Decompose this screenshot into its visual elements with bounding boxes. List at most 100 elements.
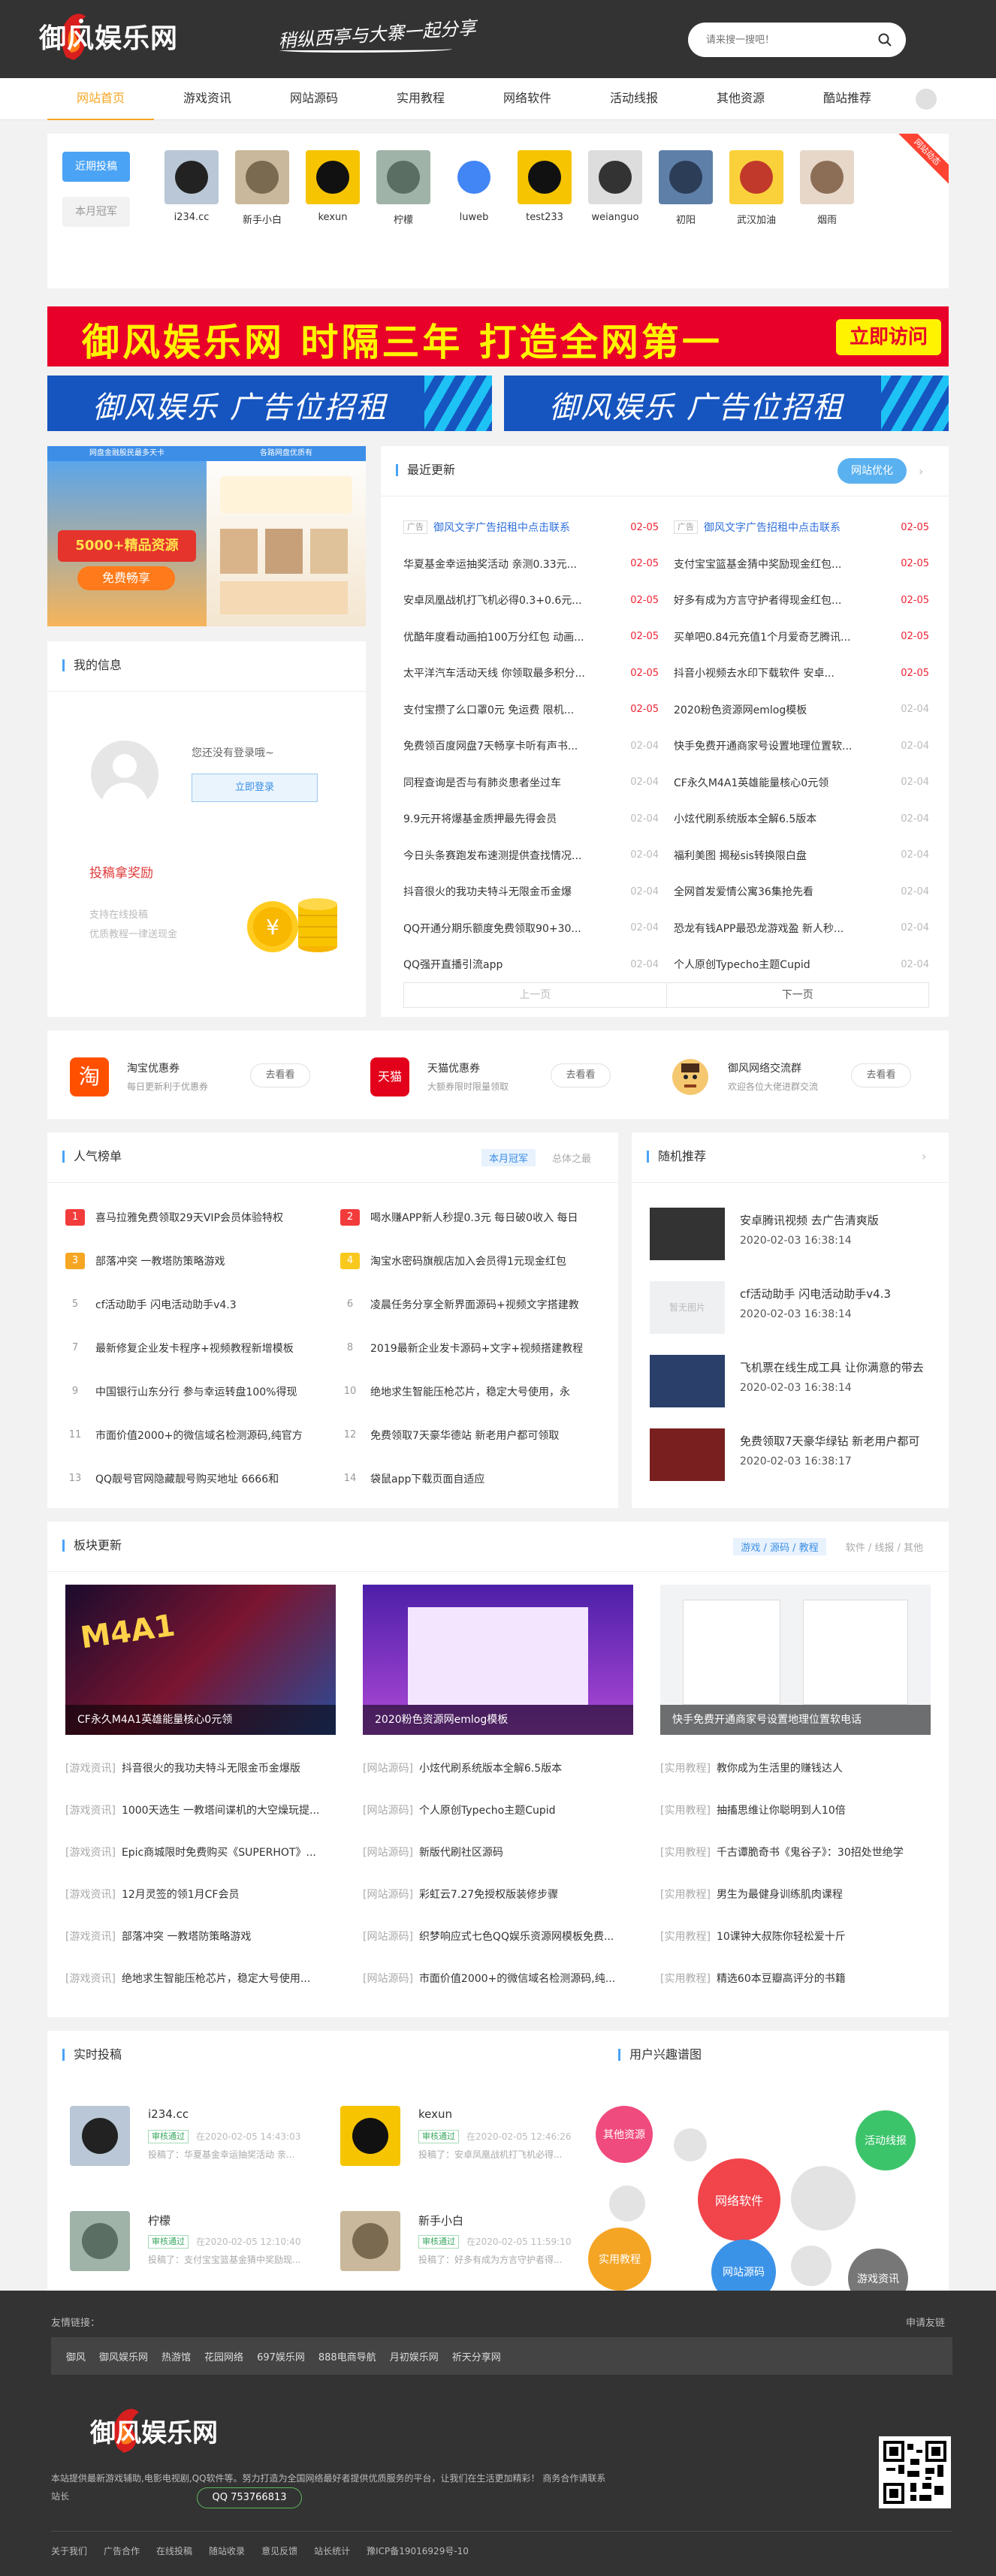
friend-link[interactable]: 祈天分享网 — [452, 2349, 501, 2363]
search-icon[interactable] — [877, 32, 892, 47]
block-item[interactable]: [网站源码] 织梦响应式七色QQ娱乐资源网模板免费... — [363, 1915, 633, 1957]
block-title-text[interactable]: 千古谭脆奇书《鬼谷子》：30招处世绝学 — [717, 1845, 931, 1860]
block-item[interactable]: [游戏资讯] 抖音很火的我功夫特斗无限金币金爆版 — [65, 1747, 336, 1789]
block-item[interactable]: [实用教程] 千古谭脆奇书《鬼谷子》：30招处世绝学 — [660, 1831, 931, 1873]
user-item[interactable]: 新手小白 — [231, 150, 294, 226]
block-item[interactable]: [实用教程] 教你成为生活里的赚钱达人 — [660, 1747, 931, 1789]
submitter-name[interactable]: kexun — [418, 2107, 452, 2121]
friend-link[interactable]: 御风娱乐网 — [99, 2349, 148, 2363]
news-title[interactable]: 同程查询是否与有肺炎患者坐过车 — [403, 775, 623, 790]
block-item[interactable]: [实用教程] 10课钟大叔陈你轻松爱十斤 — [660, 1915, 931, 1957]
random-item[interactable]: 免费领取7天豪华绿钻 新老用户都可 2020-02-03 16:38:17 — [650, 1428, 935, 1484]
block-title-text[interactable]: 织梦响应式七色QQ娱乐资源网模板免费... — [419, 1929, 633, 1944]
block-title-text[interactable]: 教你成为生活里的赚钱达人 — [717, 1760, 931, 1775]
ranking-item[interactable]: 5 cf活动助手 闪电活动助手v4.3 — [65, 1283, 321, 1326]
user-item[interactable]: weianguo — [584, 150, 647, 223]
tab-software-deals-other[interactable]: 软件 / 线报 / 其他 — [843, 1538, 926, 1555]
news-item[interactable]: 恐龙有钱APP最恐龙游戏盈 新人秒... 02-04 — [674, 910, 929, 947]
submitter-name[interactable]: 柠檬 — [148, 2213, 171, 2228]
news-item[interactable]: 好多有成为方言守护者得现金红包... 02-05 — [674, 582, 929, 619]
block-item[interactable]: [实用教程] 抽搐思维让你聪明到人10倍 — [660, 1789, 931, 1831]
friend-link[interactable]: 月初娱乐网 — [390, 2349, 439, 2363]
news-title[interactable]: 福利美图 揭秘sis转换限白盘 — [674, 848, 893, 863]
random-item[interactable]: 飞机票在线生成工具 让你满意的带去 2020-02-03 16:38:14 — [650, 1355, 935, 1410]
ranking-title[interactable]: 部落冲突 一教塔防策略游戏 — [95, 1253, 321, 1268]
news-title[interactable]: 御风文字广告招租中点击联系 — [433, 520, 623, 535]
block-title-text[interactable]: 小炫代刷系统版本全解6.5版本 — [419, 1760, 633, 1775]
ad-slot-right[interactable]: 御风娱乐 广告位招租 — [504, 376, 949, 431]
block-category[interactable]: [网站源码] — [363, 1802, 413, 1817]
nav-item-cool-sites[interactable]: 酷站推荐 — [794, 78, 901, 120]
news-item[interactable]: 广告 御风文字广告招租中点击联系 02-05 — [674, 509, 929, 546]
news-item[interactable]: 快手免费开通商家号设置地理位置软... 02-04 — [674, 728, 929, 765]
news-item[interactable]: 华夏基金幸运抽奖活动 亲测0.33元... 02-05 — [403, 546, 659, 583]
news-title[interactable]: 小炫代刷系统版本全解6.5版本 — [674, 811, 893, 826]
footer-link[interactable]: 随站收录 — [209, 2544, 245, 2557]
ranking-item[interactable]: 8 2019最新企业发卡源码+文字+视频搭建教程 — [340, 1326, 596, 1370]
friend-link[interactable]: 御风 — [66, 2349, 86, 2363]
user-name[interactable]: 初阳 — [654, 212, 717, 226]
submit-desc[interactable]: 投稿了：安卓凤凰战机打飞机必得... — [418, 2148, 621, 2161]
ranking-item[interactable]: 9 中国银行山东分行 参与幸运转盘100%得现 — [65, 1370, 321, 1413]
block-category[interactable]: [实用教程] — [660, 1887, 711, 1902]
random-title[interactable]: 安卓腾讯视频 去广告清爽版 — [740, 1212, 943, 1228]
block-item[interactable]: [游戏资讯] 12月灵签的领1月CF会员 — [65, 1873, 336, 1915]
chevron-right-icon[interactable]: › — [922, 1149, 931, 1163]
news-title[interactable]: 快手免费开通商家号设置地理位置软... — [674, 738, 893, 753]
random-item[interactable]: 安卓腾讯视频 去广告清爽版 2020-02-03 16:38:14 — [650, 1208, 935, 1263]
nav-item-software[interactable]: 网络软件 — [474, 78, 581, 120]
user-name[interactable]: 柠檬 — [372, 212, 435, 226]
ranking-item[interactable]: 14 袋鼠app下载页面自适应 — [340, 1457, 596, 1501]
news-item[interactable]: 买单吧0.84元充值1个月爱奇艺腾讯... 02-05 — [674, 619, 929, 656]
tab-monthly-champion[interactable]: 本月冠军 — [62, 197, 130, 227]
news-item[interactable]: 9.9元开将爆基金质押最先得会员 02-04 — [403, 801, 659, 837]
friend-link[interactable]: 花园网络 — [204, 2349, 243, 2363]
user-name[interactable]: 烟雨 — [795, 212, 859, 226]
user-avatar[interactable] — [376, 150, 430, 204]
user-name[interactable]: 新手小白 — [231, 212, 294, 226]
random-title[interactable]: cf活动助手 闪电活动助手v4.3 — [740, 1286, 943, 1302]
nav-item-game-news[interactable]: 游戏资讯 — [154, 78, 261, 120]
random-title[interactable]: 免费领取7天豪华绿钻 新老用户都可 — [740, 1433, 943, 1449]
friend-link[interactable]: 热游馆 — [161, 2349, 191, 2363]
block-item[interactable]: [网站源码] 新版代刷社区源码 — [363, 1831, 633, 1873]
main-banner[interactable]: 御风娱乐网 时隔三年 打造全网第一 立即访问 — [47, 306, 949, 366]
search-input[interactable] — [706, 32, 871, 48]
promo-image[interactable]: 网盘金融股民最多天卡 各路网盘优质有 5000+精品资源 免费畅享 — [47, 446, 366, 626]
ranking-title[interactable]: 最新修复企业发卡程序+视频教程新增模板 — [95, 1341, 321, 1356]
news-item[interactable]: QQ强开直播引流app 02-04 — [403, 946, 659, 983]
ranking-item[interactable]: 1 喜马拉雅免费领取29天VIP会员体验特权 — [65, 1196, 321, 1239]
block-category[interactable]: [实用教程] — [660, 1845, 711, 1860]
tab-games-source-tutorials[interactable]: 游戏 / 源码 / 教程 — [733, 1538, 826, 1555]
submit-desc[interactable]: 投稿了：华夏基金幸运抽奖活动 亲... — [148, 2148, 351, 2161]
ranking-item[interactable]: 13 QQ靓号官网隐藏靓号购买地址 6666和 — [65, 1457, 321, 1501]
block-category[interactable]: [网站源码] — [363, 1971, 413, 1986]
block-item[interactable]: [网站源码] 小炫代刷系统版本全解6.5版本 — [363, 1747, 633, 1789]
block-category[interactable]: [游戏资讯] — [65, 1760, 116, 1775]
news-item[interactable]: 福利美图 揭秘sis转换限白盘 02-04 — [674, 837, 929, 874]
block-category[interactable]: [实用教程] — [660, 1929, 711, 1944]
block-category[interactable]: [游戏资讯] — [65, 1887, 116, 1902]
block-category[interactable]: [网站源码] — [363, 1760, 413, 1775]
site-optimize-button[interactable]: 网站优化 — [838, 458, 907, 484]
block-title-text[interactable]: 彩虹云7.27免授权版装修步骤 — [419, 1887, 633, 1902]
user-item[interactable]: 柠檬 — [372, 150, 435, 226]
news-item[interactable]: 优酷年度看动画拍100万分红包 动画... 02-05 — [403, 619, 659, 656]
tab-month-champion[interactable]: 本月冠军 — [481, 1149, 536, 1166]
news-title[interactable]: 支付宝宝篮基金猜中奖励现金红包... — [674, 557, 893, 572]
block-title-text[interactable]: Epic商城限时免费购买《SUPERHOT》... — [122, 1845, 336, 1860]
user-avatar[interactable] — [518, 150, 572, 204]
footer-link[interactable]: 在线投稿 — [156, 2544, 192, 2557]
user-item[interactable]: 武汉加油 — [725, 150, 788, 226]
news-item[interactable]: QQ开通分期乐额度免费领取90+30... 02-04 — [403, 910, 659, 947]
prev-page-button[interactable]: 上一页 — [404, 983, 666, 1007]
user-item[interactable]: test233 — [513, 150, 576, 223]
user-name[interactable]: kexun — [301, 212, 364, 223]
news-item[interactable]: 2020粉色资源网emlog模板 02-04 — [674, 692, 929, 728]
random-thumbnail[interactable] — [650, 1428, 725, 1481]
news-title[interactable]: 买单吧0.84元充值1个月爱奇艺腾讯... — [674, 629, 893, 644]
block-title-text[interactable]: 绝地求生智能压枪芯片，稳定大号使用... — [122, 1971, 336, 1986]
user-avatar[interactable] — [659, 150, 713, 204]
submitter-name[interactable]: i234.cc — [148, 2107, 189, 2121]
block-title-text[interactable]: 12月灵签的领1月CF会员 — [122, 1887, 336, 1902]
